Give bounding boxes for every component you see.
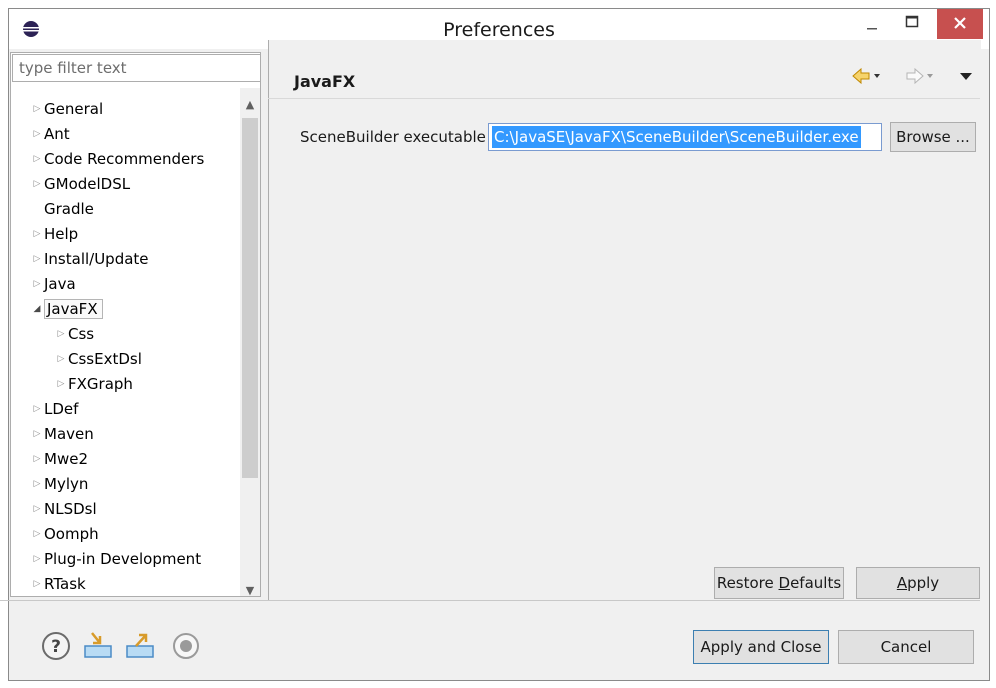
apply-button[interactable]: Apply (856, 567, 980, 599)
export-icon[interactable] (124, 630, 158, 662)
collapsed-arrow-icon: ▷ (33, 254, 41, 264)
collapsed-arrow-icon: ▷ (33, 154, 41, 164)
tree-item-label: Gradle (44, 200, 94, 218)
tree-item-general[interactable]: ▷ General (30, 97, 104, 122)
close-icon (954, 17, 966, 29)
tree-item-label: RTask (44, 575, 86, 593)
collapsed-arrow-icon: ▷ (33, 429, 41, 439)
tree-item-nlsdsl[interactable]: ▷ NLSDsl (30, 497, 97, 522)
page-title: JavaFX (294, 72, 356, 91)
tree-item-cssextdsl[interactable]: ▷ CssExtDsl (54, 347, 142, 372)
tree-item-label: Plug-in Development (44, 550, 202, 568)
tree-item-label: Install/Update (44, 250, 149, 268)
scroll-up-icon[interactable]: ▲ (240, 98, 260, 114)
forward-arrow-icon[interactable] (902, 64, 934, 88)
tree-item-code-recommenders[interactable]: ▷ Code Recommenders (30, 147, 205, 172)
collapsed-arrow-icon: ▷ (33, 229, 41, 239)
collapsed-arrow-icon: ▷ (33, 529, 41, 539)
tree-item-gmodeldsl[interactable]: ▷ GModelDSL (30, 172, 131, 197)
tree-item-install-update[interactable]: ▷ Install/Update (30, 247, 149, 272)
maximize-icon (905, 15, 919, 28)
tree-item-fxgraph[interactable]: ▷ FXGraph (54, 372, 133, 397)
tree-item-label: Help (44, 225, 79, 243)
window-title: Preferences (443, 19, 555, 41)
tree-scrollbar[interactable]: ▲ ▼ (240, 88, 260, 597)
tree-item-label: Java (44, 275, 76, 293)
tree-item-ant[interactable]: ▷ Ant (30, 122, 70, 147)
apply-mnemonic: A (896, 574, 908, 592)
scrollbar-thumb[interactable] (242, 118, 258, 478)
collapsed-arrow-icon: ▷ (57, 379, 65, 389)
import-icon[interactable] (82, 630, 116, 662)
preferences-tree: ▷ General ▷ Ant ▷ Code Recommenders ▷ GModel… (12, 88, 240, 596)
tree-item-label-selected: JavaFX (44, 299, 103, 319)
tree-item-label: FXGraph (68, 375, 133, 393)
tree-item-label: Oomph (44, 525, 99, 543)
restore-label-pre: Restore (716, 574, 779, 592)
collapsed-arrow-icon: ▷ (33, 404, 41, 414)
tree-item-ldef[interactable]: ▷ LDef (30, 397, 79, 422)
tree-item-label: Code Recommenders (44, 150, 205, 168)
tree-item-rtask[interactable]: ▷ RTask (30, 572, 86, 597)
expanded-arrow-icon: ◢ (33, 304, 41, 314)
scenebuilder-label: SceneBuilder executable (300, 128, 486, 146)
help-icon[interactable]: ? (40, 630, 72, 662)
maximize-button[interactable] (895, 9, 929, 39)
view-menu-icon[interactable] (956, 64, 976, 88)
tree-item-java[interactable]: ▷ Java (30, 272, 76, 297)
tree-item-label: Maven (44, 425, 94, 443)
collapsed-arrow-icon: ▷ (33, 479, 41, 489)
tree-item-label: NLSDsl (44, 500, 97, 518)
tree-item-oomph[interactable]: ▷ Oomph (30, 522, 99, 547)
tree-item-help[interactable]: ▷ Help (30, 222, 79, 247)
tree-item-mwe2[interactable]: ▷ Mwe2 (30, 447, 88, 472)
back-arrow-icon[interactable] (850, 64, 882, 88)
tree-item-javafx[interactable]: ◢ JavaFX (30, 297, 103, 322)
tree-item-gradle[interactable]: Gradle (30, 197, 94, 222)
restore-label-post: efaults (790, 574, 842, 592)
tree-item-label: Css (68, 325, 95, 343)
cancel-button[interactable]: Cancel (838, 630, 974, 664)
tree-item-label: Ant (44, 125, 70, 143)
scroll-down-icon[interactable]: ▼ (240, 584, 260, 600)
close-button[interactable] (937, 9, 983, 39)
collapsed-arrow-icon: ▷ (33, 454, 41, 464)
collapsed-arrow-icon: ▷ (33, 179, 41, 189)
scenebuilder-path-value: C:\JavaSE\JavaFX\SceneBuilder\SceneBuild… (492, 126, 861, 148)
tree-item-css[interactable]: ▷ Css (54, 322, 95, 347)
collapsed-arrow-icon: ▷ (33, 554, 41, 564)
collapsed-arrow-icon: ▷ (33, 504, 41, 514)
scenebuilder-path-input[interactable]: C:\JavaSE\JavaFX\SceneBuilder\SceneBuild… (488, 123, 882, 151)
tree-item-label: General (44, 100, 104, 118)
minimize-button[interactable] (857, 9, 887, 39)
tree-item-label: GModelDSL (44, 175, 131, 193)
collapsed-arrow-icon: ▷ (33, 579, 41, 589)
collapsed-arrow-icon: ▷ (33, 104, 41, 114)
restore-defaults-button[interactable]: Restore Defaults (714, 567, 844, 599)
tree-item-label: Mylyn (44, 475, 89, 493)
header-separator (268, 98, 980, 99)
apply-label-post: pply (907, 574, 940, 592)
tree-item-label: Mwe2 (44, 450, 88, 468)
tree-item-plugin-development[interactable]: ▷ Plug-in Development (30, 547, 202, 572)
collapsed-arrow-icon: ▷ (57, 329, 65, 339)
collapsed-arrow-icon: ▷ (33, 279, 41, 289)
footer-separator (0, 600, 980, 601)
record-icon[interactable] (170, 630, 202, 662)
svg-text:?: ? (51, 637, 61, 657)
apply-and-close-button[interactable]: Apply and Close (693, 630, 829, 664)
minimize-icon (867, 28, 877, 30)
browse-button[interactable]: Browse ... (890, 122, 976, 152)
restore-mnemonic: D (778, 574, 791, 592)
tree-item-label: LDef (44, 400, 79, 418)
tree-item-label: CssExtDsl (68, 350, 142, 368)
collapsed-arrow-icon: ▷ (33, 129, 41, 139)
tree-item-mylyn[interactable]: ▷ Mylyn (30, 472, 89, 497)
filter-input[interactable]: type filter text (12, 54, 261, 82)
tree-item-maven[interactable]: ▷ Maven (30, 422, 94, 447)
collapsed-arrow-icon: ▷ (57, 354, 65, 364)
